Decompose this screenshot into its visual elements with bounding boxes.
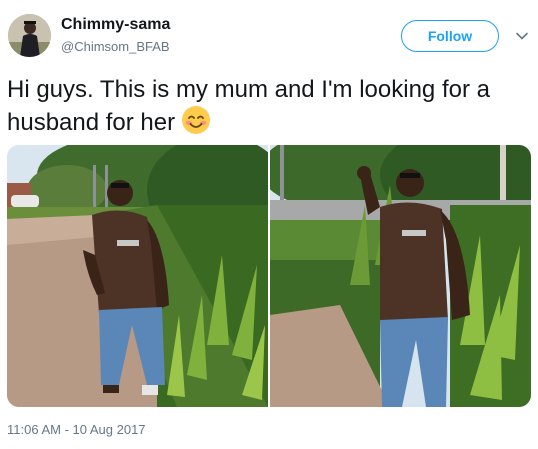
media-grid bbox=[7, 145, 531, 407]
tweet-timestamp[interactable]: 11:06 AM - 10 Aug 2017 bbox=[7, 422, 146, 437]
display-name[interactable]: Chimmy-sama bbox=[61, 16, 170, 34]
avatar-image bbox=[8, 14, 51, 57]
user-handle[interactable]: @Chimsom_BFAB bbox=[61, 39, 170, 54]
tweet-photo-right[interactable] bbox=[270, 145, 531, 407]
tweet-text-content: Hi guys. This is my mum and I'm looking … bbox=[7, 76, 490, 136]
smiling-face-with-smiling-eyes-icon bbox=[182, 106, 211, 134]
tweet-text: Hi guys. This is my mum and I'm looking … bbox=[7, 74, 532, 138]
tweet-card: Chimmy-sama @Chimsom_BFAB Follow Hi guys… bbox=[0, 0, 538, 449]
chevron-down-icon[interactable] bbox=[515, 29, 529, 43]
tweet-photo-left[interactable] bbox=[7, 145, 268, 407]
follow-button[interactable]: Follow bbox=[401, 20, 499, 52]
avatar[interactable] bbox=[8, 14, 51, 57]
